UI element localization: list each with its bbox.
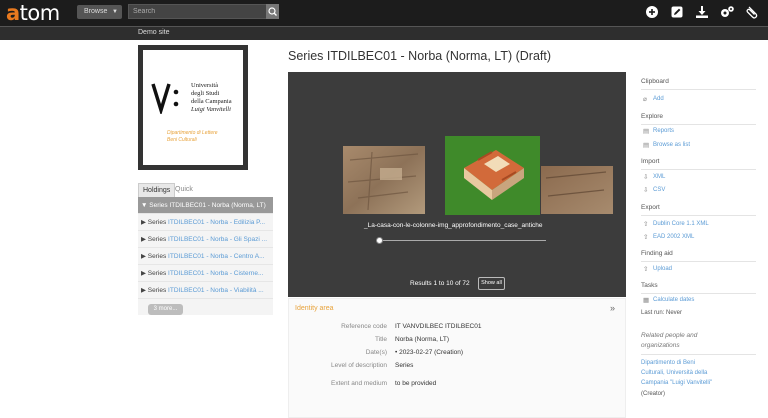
divider <box>641 261 756 262</box>
field-row: Reference code IT VANVDILBEC ITDILBEC01 <box>341 323 482 330</box>
search-input[interactable] <box>128 4 268 19</box>
upload-icon: ⇧ <box>643 234 649 241</box>
clipboard-icon[interactable] <box>745 5 759 19</box>
site-name: Demo site <box>138 29 170 36</box>
related-heading: Related people and <box>641 332 698 339</box>
holdings-tree: ▼ Series ITDILBEC01 - Norba (Norma, LT) … <box>138 197 273 315</box>
creator-role: (Creator) <box>641 391 666 397</box>
divider <box>641 215 756 216</box>
edit-icon[interactable] <box>670 5 684 19</box>
atom-logo[interactable]: atom <box>6 1 60 25</box>
field-row: Title Norba (Norma, LT) <box>374 336 450 343</box>
add-icon[interactable] <box>645 5 659 19</box>
calendar-icon: ▦ <box>643 297 650 304</box>
clipboard-add-link[interactable]: Add <box>653 96 664 102</box>
download-icon: ⇩ <box>643 174 649 181</box>
reports-link[interactable]: Reports <box>653 128 674 134</box>
divider <box>641 124 756 125</box>
export-dc-link[interactable]: Dublin Core 1.1 XML <box>653 221 709 227</box>
carousel-results-count: Results 1 to 10 of 72 <box>410 280 470 287</box>
upload-icon: ⇧ <box>643 266 649 273</box>
thumbnail-excavation-1[interactable] <box>343 146 425 214</box>
list-icon: ▤ <box>643 142 650 149</box>
creator-link[interactable]: Campania "Luigi Vanvitelli" <box>641 380 712 386</box>
import-heading: Import <box>641 158 660 165</box>
top-navbar: atom Browse ▼ <box>0 0 768 26</box>
import-xml-link[interactable]: XML <box>653 174 665 180</box>
tree-item[interactable]: ▶ Series ITDILBEC01 - Norba - Edilizia P… <box>138 214 273 231</box>
upload-icon: ⇧ <box>643 221 649 228</box>
carousel-thumbnails <box>343 136 613 215</box>
clipboard-heading: Clipboard <box>641 78 669 85</box>
explore-heading: Explore <box>641 113 664 120</box>
divider <box>641 169 756 170</box>
show-all-button[interactable]: Show all <box>478 277 505 290</box>
tree-item[interactable]: ▶ Series ITDILBEC01 - Norba - Centro A..… <box>138 248 273 265</box>
chevron-down-icon: ▼ <box>112 9 118 15</box>
export-ead-link[interactable]: EAD 2002 XML <box>653 234 694 240</box>
university-name: Università degli Studi della Campania Lu… <box>191 82 232 113</box>
site-name-bar: Demo site <box>0 26 768 40</box>
divider <box>641 89 756 90</box>
tree-item[interactable]: ▶ Series ITDILBEC01 - Norba - Gli Spazi … <box>138 231 273 248</box>
field-row: Date(s) • 2023-02-27 (Creation) <box>365 349 464 356</box>
creator-link[interactable]: Dipartimento di Beni <box>641 360 695 366</box>
browse-as-list-link[interactable]: Browse as list <box>653 142 690 148</box>
calculate-dates-link[interactable]: Calculate dates <box>653 297 694 303</box>
search-icon <box>268 7 277 16</box>
department-name: Dipartimento di Lettere Beni Culturali <box>167 130 218 143</box>
creator-link[interactable]: Culturali, Università della <box>641 370 707 376</box>
import-icon[interactable] <box>695 5 709 19</box>
tree-item[interactable]: ▼ Series ITDILBEC01 - Norba (Norma, LT) <box>138 197 273 214</box>
tree-more-button[interactable]: 3 more... <box>148 304 183 315</box>
field-row: Level of description Series <box>330 362 414 369</box>
tree-item[interactable]: ▶ Series ITDILBEC01 - Norba - Viabilità … <box>138 282 273 299</box>
related-heading: organizations <box>641 342 680 349</box>
institution-logo[interactable]: Università degli Studi della Campania Lu… <box>138 45 248 170</box>
page-title: Series ITDILBEC01 - Norba (Norma, LT) (D… <box>288 49 552 63</box>
finding-aid-heading: Finding aid <box>641 250 673 257</box>
double-chevron-right-icon[interactable]: » <box>610 303 615 313</box>
university-logo-mark <box>151 83 179 114</box>
browse-menu-button[interactable]: Browse ▼ <box>77 5 122 19</box>
divider <box>641 293 756 294</box>
carousel-slider-track[interactable] <box>376 240 546 241</box>
tree-item[interactable]: ▶ Series ITDILBEC01 - Norba - Cisterne..… <box>138 265 273 282</box>
thumbnail-house-rendering[interactable] <box>445 136 540 215</box>
identity-area: Identity area » Reference code IT VANVDIL… <box>288 298 626 418</box>
reports-icon: ▤ <box>643 128 650 135</box>
digital-object-carousel: _La-casa-con-le-colonne-img_approfondime… <box>288 72 626 297</box>
export-heading: Export <box>641 204 660 211</box>
search-button[interactable] <box>266 4 279 19</box>
divider <box>641 354 756 355</box>
thumbnail-excavation-2[interactable] <box>541 166 613 214</box>
carousel-caption[interactable]: _La-casa-con-le-colonne-img_approfondime… <box>364 222 543 229</box>
tab-holdings[interactable]: Holdings <box>138 183 176 197</box>
settings-icon[interactable] <box>719 5 734 19</box>
field-row: Extent and medium to be provided <box>330 380 437 387</box>
download-icon: ⇩ <box>643 187 649 194</box>
identity-area-heading[interactable]: Identity area <box>295 305 334 312</box>
carousel-slider-handle[interactable] <box>376 237 383 244</box>
tab-quick-search[interactable]: Quick search <box>171 183 200 207</box>
import-csv-link[interactable]: CSV <box>653 187 665 193</box>
tasks-heading: Tasks <box>641 282 658 289</box>
paperclip-icon: ⌀ <box>643 96 647 103</box>
last-run-text: Last run: Never <box>641 310 683 316</box>
upload-finding-aid-link[interactable]: Upload <box>653 266 672 272</box>
